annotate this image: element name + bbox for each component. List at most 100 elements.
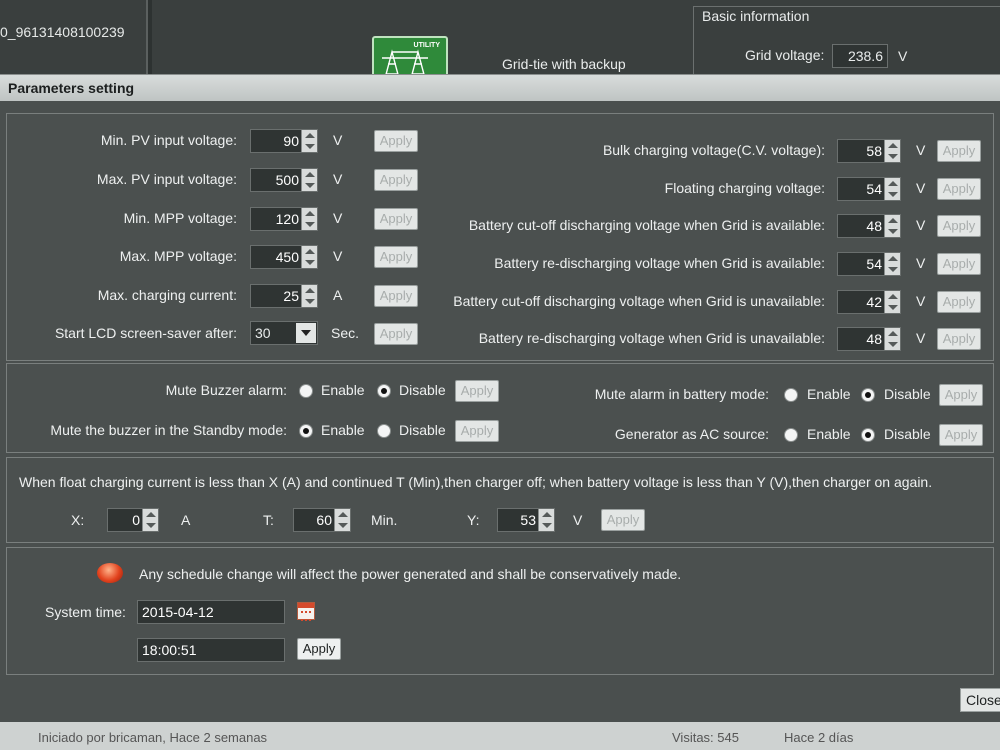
cutoff-grid-unavailable-unit: V <box>916 293 926 309</box>
floating-charging-apply-button[interactable]: Apply <box>937 178 981 200</box>
generator-enable-radio[interactable] <box>784 428 798 442</box>
mute-buzzer-apply-button[interactable]: Apply <box>455 380 499 402</box>
max-mpp-unit: V <box>333 248 343 264</box>
redischarge-grid-available-input[interactable]: 54 <box>837 252 901 276</box>
cutoff-grid-unavailable-label: Battery cut-off discharging voltage when… <box>453 293 825 309</box>
system-time-section: Any schedule change will affect the powe… <box>6 547 994 675</box>
screensaver-unit: Sec. <box>331 325 360 341</box>
max-mpp-apply-button[interactable]: Apply <box>374 246 418 268</box>
spinner-arrows[interactable] <box>334 509 350 531</box>
screensaver-label: Start LCD screen-saver after: <box>54 325 237 341</box>
y-label: Y: <box>467 512 480 528</box>
cutoff-grid-available-input[interactable]: 48 <box>837 214 901 238</box>
generator-enable-label: Enable <box>807 426 851 442</box>
t-input[interactable]: 60 <box>293 508 351 532</box>
spinner-arrows[interactable] <box>884 178 900 200</box>
close-button[interactable]: Close <box>960 688 1000 712</box>
generator-disable-radio[interactable] <box>861 428 875 442</box>
spinner-arrows[interactable] <box>884 253 900 275</box>
max-pv-input[interactable]: 500 <box>250 168 318 192</box>
bulk-charging-input[interactable]: 58 <box>837 139 901 163</box>
time-ago-text: Hace 2 días <box>784 730 854 745</box>
max-charging-current-unit: A <box>333 287 343 303</box>
mute-standby-disable-radio[interactable] <box>377 424 391 438</box>
redischarge-grid-unavailable-apply-button[interactable]: Apply <box>937 328 981 350</box>
max-pv-apply-button[interactable]: Apply <box>374 169 418 191</box>
mute-battery-apply-button[interactable]: Apply <box>939 384 983 406</box>
bulk-charging-unit: V <box>916 142 926 158</box>
min-mpp-apply-button[interactable]: Apply <box>374 208 418 230</box>
max-charging-current-apply-button[interactable]: Apply <box>374 285 418 307</box>
redischarge-grid-available-apply-button[interactable]: Apply <box>937 253 981 275</box>
generator-disable-label: Disable <box>884 426 931 442</box>
generator-apply-button[interactable]: Apply <box>939 424 983 446</box>
top-status-bar: 0_96131408100239 UTILITY Grid-tie with b… <box>0 0 1000 82</box>
bulk-charging-apply-button[interactable]: Apply <box>937 140 981 162</box>
redischarge-grid-unavailable-unit: V <box>916 330 926 346</box>
min-pv-apply-button[interactable]: Apply <box>374 130 418 152</box>
spinner-arrows[interactable] <box>538 509 554 531</box>
spinner-arrows[interactable] <box>884 291 900 313</box>
grid-voltage-unit: V <box>898 48 908 64</box>
mute-standby-apply-button[interactable]: Apply <box>455 420 499 442</box>
visits-text: Visitas: 545 <box>672 730 739 745</box>
max-charging-current-input[interactable]: 25 <box>250 284 318 308</box>
mute-buzzer-enable-radio[interactable] <box>299 384 313 398</box>
cutoff-grid-unavailable-apply-button[interactable]: Apply <box>937 291 981 313</box>
date-input[interactable]: 2015-04-12 <box>137 600 285 624</box>
mute-buzzer-enable-label: Enable <box>321 382 365 398</box>
float-charge-section: When float charging current is less than… <box>6 457 994 543</box>
time-input[interactable]: 18:00:51 <box>137 638 285 662</box>
max-pv-label: Max. PV input voltage: <box>96 171 237 187</box>
floating-charging-input[interactable]: 54 <box>837 177 901 201</box>
x-input[interactable]: 0 <box>107 508 159 532</box>
mute-standby-enable-radio[interactable] <box>299 424 313 438</box>
redischarge-grid-unavailable-input[interactable]: 48 <box>837 327 901 351</box>
spinner-arrows[interactable] <box>884 140 900 162</box>
mute-buzzer-label: Mute Buzzer alarm: <box>165 382 287 398</box>
spinner-arrows[interactable] <box>142 509 158 531</box>
float-charge-description: When float charging current is less than… <box>19 474 933 490</box>
screensaver-select[interactable]: 30 <box>250 321 318 345</box>
min-mpp-unit: V <box>333 210 343 226</box>
utility-badge: UTILITY <box>413 42 440 49</box>
max-mpp-label: Max. MPP voltage: <box>119 248 237 264</box>
min-mpp-input[interactable]: 120 <box>250 207 318 231</box>
min-pv-input[interactable]: 90 <box>250 129 318 153</box>
device-serial: 0_96131408100239 <box>0 24 125 40</box>
spinner-arrows[interactable] <box>884 328 900 350</box>
y-input[interactable]: 53 <box>497 508 555 532</box>
y-unit: V <box>573 512 583 528</box>
float-charge-apply-button[interactable]: Apply <box>601 509 645 531</box>
spinner-arrows[interactable] <box>884 215 900 237</box>
mute-standby-enable-label: Enable <box>321 422 365 438</box>
mute-battery-disable-radio[interactable] <box>861 388 875 402</box>
thread-started-text: Iniciado por bricaman, Hace 2 semanas <box>38 730 268 745</box>
redischarge-grid-unavailable-label: Battery re-discharging voltage when Grid… <box>478 330 825 346</box>
cutoff-grid-unavailable-input[interactable]: 42 <box>837 290 901 314</box>
mute-battery-mode-label: Mute alarm in battery mode: <box>594 386 769 402</box>
spinner-arrows[interactable] <box>301 246 317 268</box>
mute-buzzer-disable-radio[interactable] <box>377 384 391 398</box>
system-time-apply-button[interactable]: Apply <box>297 638 341 660</box>
spinner-arrows[interactable] <box>301 285 317 307</box>
basic-info-title: Basic information <box>700 8 812 24</box>
spinner-arrows[interactable] <box>301 208 317 230</box>
browser-bottom-bar: Iniciado por bricaman, Hace 2 semanas Vi… <box>0 722 1000 750</box>
serial-panel: 0_96131408100239 <box>0 0 148 78</box>
min-pv-label: Min. PV input voltage: <box>100 132 237 148</box>
chevron-down-icon[interactable] <box>296 323 316 343</box>
max-mpp-input[interactable]: 450 <box>250 245 318 269</box>
mute-battery-enable-radio[interactable] <box>784 388 798 402</box>
calendar-icon[interactable] <box>297 602 315 621</box>
parameters-dialog: Parameters setting Min. PV input voltage… <box>0 74 1000 750</box>
schedule-warning: Any schedule change will affect the powe… <box>139 566 682 582</box>
min-pv-unit: V <box>333 132 343 148</box>
spinner-arrows[interactable] <box>301 169 317 191</box>
cutoff-grid-available-apply-button[interactable]: Apply <box>937 215 981 237</box>
cutoff-grid-available-unit: V <box>916 217 926 233</box>
spinner-arrows[interactable] <box>301 130 317 152</box>
screensaver-apply-button[interactable]: Apply <box>374 323 418 345</box>
panel-divider <box>148 0 152 78</box>
mode-label: Grid-tie with backup <box>502 56 626 72</box>
